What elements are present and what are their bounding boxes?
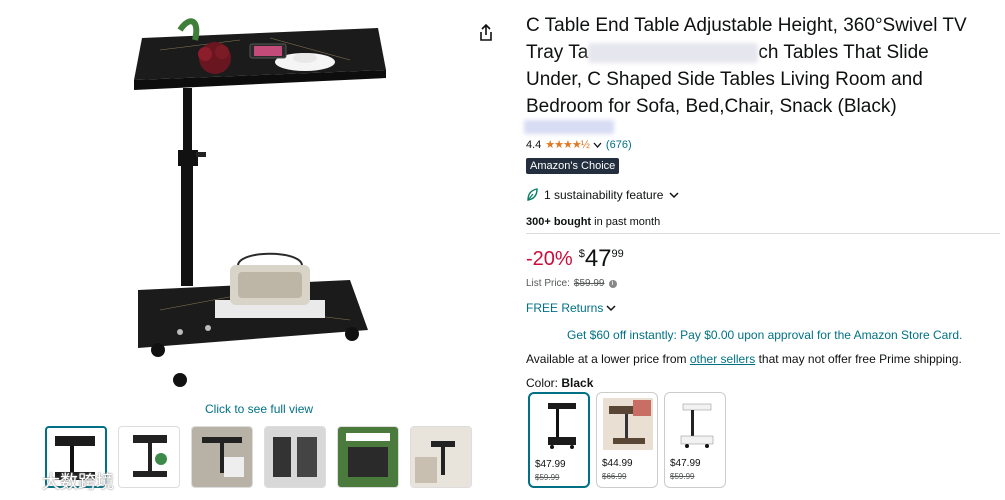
watermark: 大数跨境 [8,468,114,494]
leaf-icon [527,188,538,201]
other-sellers-link[interactable]: other sellers [690,352,755,366]
price-whole: 47 [584,245,612,272]
swatch-option-3[interactable]: $47.99 $59.99 [664,392,726,488]
price-fraction: 99 [611,248,624,260]
swatch-black[interactable]: $47.99 $59.99 [528,392,590,488]
star-rating-icon: ★★★★½ [545,139,590,151]
watermark-logo-icon [8,474,34,488]
redacted-blur [588,43,758,63]
discount-percent: -20% [526,248,573,270]
lower-price-notice: Available at a lower price from other se… [526,352,962,366]
color-selector-label: Color: Black [526,376,594,390]
main-product-image[interactable] [120,10,400,390]
chevron-down-icon [669,191,679,198]
title-line-2: Tray Ta ch Tables That Slide [526,42,929,63]
see-full-view-link[interactable]: Click to see full view [205,402,313,416]
thumbnail-2[interactable] [118,426,180,488]
thumbnail-5[interactable] [337,426,399,488]
brand-link-redacted[interactable] [524,120,614,134]
list-price: List Price: $59.99 i [526,278,617,289]
rating-row[interactable]: 4.4 ★★★★½ (676) [526,138,632,152]
product-title: C Table End Table Adjustable Height, 360… [526,12,1001,120]
sustainability-feature[interactable]: 1 sustainability feature [526,188,679,202]
info-icon[interactable]: i [608,279,617,288]
chevron-down-icon [593,142,602,148]
review-count-link[interactable]: (676) [606,139,632,151]
share-icon[interactable] [475,22,497,44]
chevron-down-icon [606,304,616,311]
bought-in-past-month: 300+ bought in past month [526,216,661,228]
free-returns-link[interactable]: FREE Returns [526,301,616,315]
price-block: -20% $ 47 99 [526,245,624,272]
store-card-offer-link[interactable]: Get $60 off instantly: Pay $0.00 upon ap… [567,328,962,342]
color-swatches: $47.99 $59.99 $44.99 $66.99 $47.99 $59.9… [528,392,726,488]
swatch-image [680,403,714,448]
amazons-choice-badge: Amazon's Choice [526,158,620,174]
swatch-image [603,398,653,450]
divider [526,233,1000,234]
swatch-image [548,403,576,449]
swatch-option-2[interactable]: $44.99 $66.99 [596,392,658,488]
thumbnail-6[interactable] [410,426,472,488]
thumbnail-4[interactable] [264,426,326,488]
thumbnail-3[interactable] [191,426,253,488]
